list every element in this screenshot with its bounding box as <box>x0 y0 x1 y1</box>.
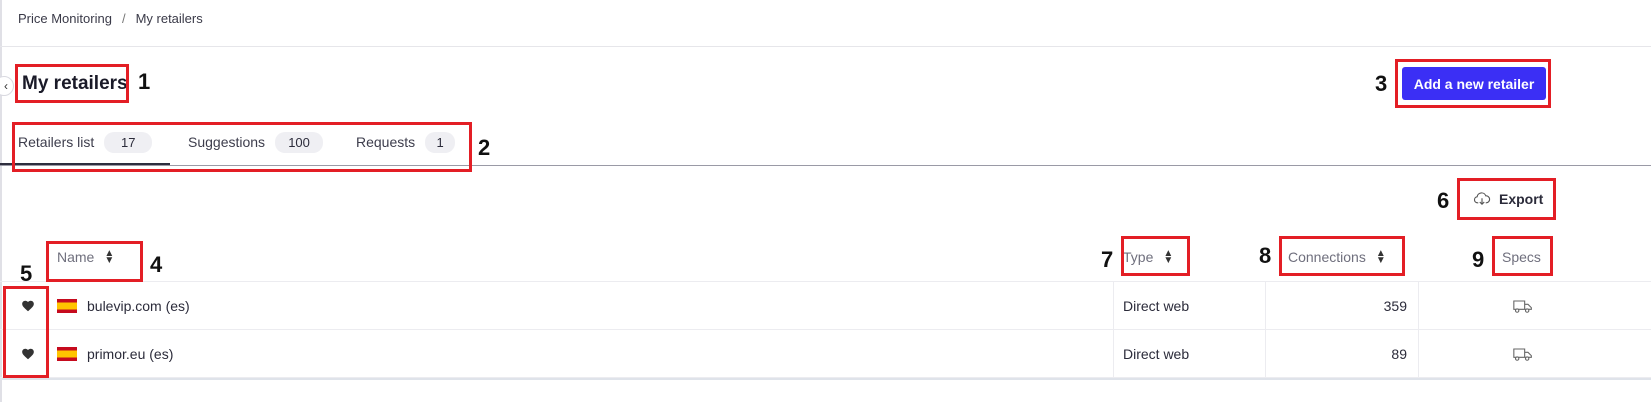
annotation-box <box>46 241 143 282</box>
annotation-box <box>1492 236 1553 276</box>
retailer-connections: 89 <box>1391 346 1407 362</box>
column-divider <box>1113 282 1114 330</box>
breadcrumb-root[interactable]: Price Monitoring <box>18 11 112 26</box>
spain-flag-icon <box>57 299 77 313</box>
collapse-sidebar-icon[interactable]: ‹ <box>0 76 14 96</box>
annotation-number: 5 <box>20 261 33 286</box>
annotation-box <box>1279 236 1405 276</box>
column-divider <box>1418 330 1419 378</box>
column-divider <box>1265 282 1266 330</box>
truck-icon <box>1513 300 1532 313</box>
annotation-box <box>1395 59 1551 108</box>
specs-cell[interactable] <box>1513 282 1533 330</box>
annotation-number: 7 <box>1101 247 1114 272</box>
annotation-number: 8 <box>1259 243 1272 268</box>
annotation-box <box>1457 178 1556 220</box>
retailer-name[interactable]: bulevip.com (es) <box>87 282 190 330</box>
breadcrumb-current: My retailers <box>135 11 203 26</box>
header-divider <box>0 46 1651 47</box>
truck-icon <box>1513 348 1532 361</box>
breadcrumb-separator: / <box>121 11 126 26</box>
annotation-box <box>12 122 472 172</box>
specs-cell[interactable] <box>1513 330 1533 378</box>
column-divider <box>1418 282 1419 330</box>
annotation-number: 2 <box>478 135 491 160</box>
table-row[interactable]: bulevip.com (es) Direct web 359 <box>0 282 1651 330</box>
annotation-box <box>3 286 49 378</box>
column-divider <box>1265 330 1266 378</box>
annotation-number: 1 <box>138 69 151 94</box>
column-divider <box>1113 330 1114 378</box>
retailer-connections: 359 <box>1383 298 1407 314</box>
annotation-number: 3 <box>1375 71 1388 96</box>
breadcrumb: Price Monitoring / My retailers <box>18 11 203 26</box>
table-row[interactable]: primor.eu (es) Direct web 89 <box>0 330 1651 378</box>
annotation-number: 6 <box>1437 188 1450 213</box>
retailer-type: Direct web <box>1123 298 1190 314</box>
retailer-name[interactable]: primor.eu (es) <box>87 330 173 378</box>
retailer-type: Direct web <box>1123 346 1190 362</box>
annotation-number: 4 <box>150 252 163 277</box>
table-bottom-edge <box>0 378 1651 380</box>
annotation-number: 9 <box>1472 247 1485 272</box>
annotation-box <box>1121 236 1190 276</box>
spain-flag-icon <box>57 347 77 361</box>
annotation-box <box>15 64 129 103</box>
